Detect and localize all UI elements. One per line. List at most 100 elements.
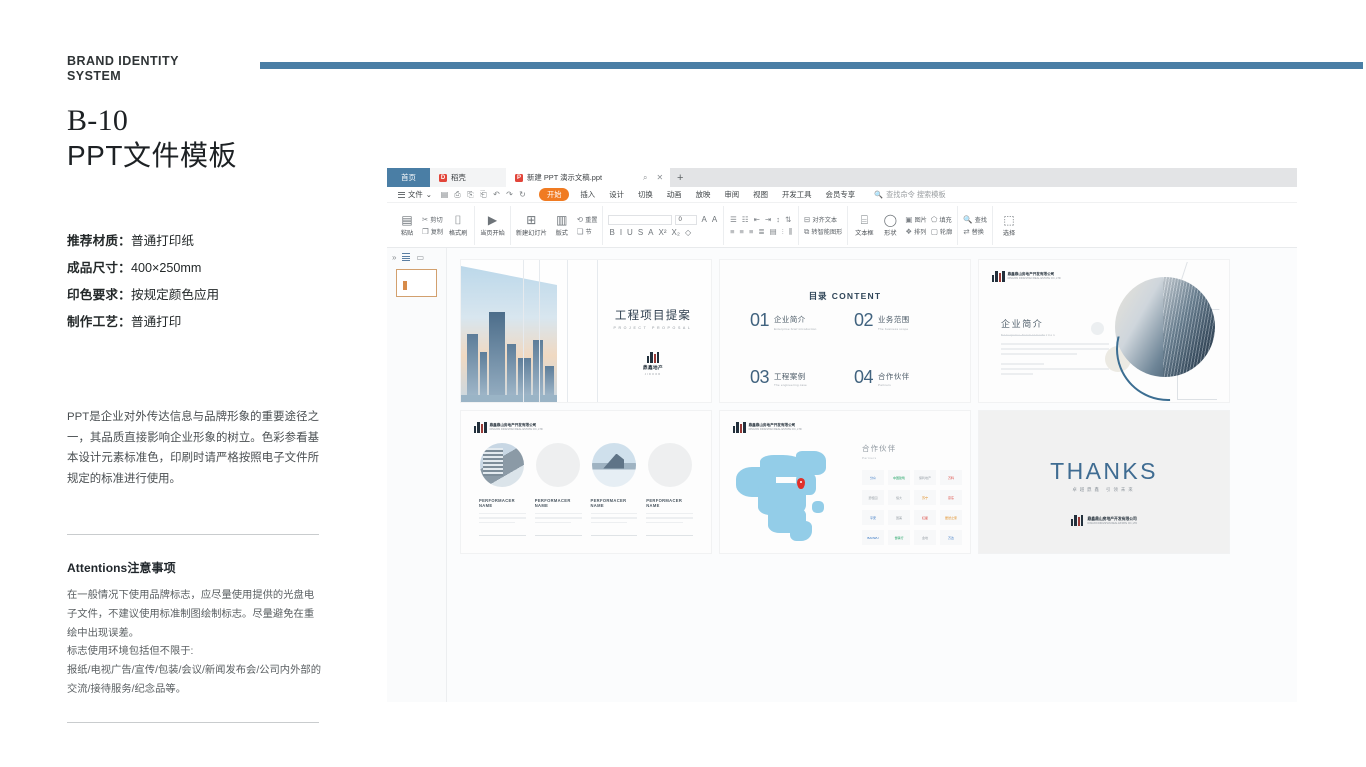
- textbox-button[interactable]: ⌸ 文本框: [853, 206, 875, 245]
- menu-developer-tools[interactable]: 开发工具: [775, 189, 819, 200]
- print-icon[interactable]: ⎙: [451, 190, 464, 200]
- clear-formatting-button[interactable]: ◇: [684, 228, 692, 237]
- spec-row: 印色要求：按规定颜色应用: [67, 282, 323, 309]
- thanks-logo-cn: 鼎鑫鼎山房地产开发有限公司: [1087, 516, 1137, 521]
- menu-member-exclusive[interactable]: 会员专享: [819, 189, 863, 200]
- partners-block: 合作伙伴 Partners 分众 中国建筑 保利地产 万科 碧桂园 恒大 苏宁 …: [862, 443, 962, 545]
- slide-partners[interactable]: 鼎鑫鼎山房地产开发有限公司 DINGXIN DINGSHAN REAL ESTA…: [720, 411, 970, 553]
- find-button[interactable]: 🔍 查找: [963, 215, 987, 224]
- menu-review[interactable]: 审阅: [717, 189, 746, 200]
- pin-icon[interactable]: ⌕: [643, 173, 647, 183]
- menu-view[interactable]: 视图: [746, 189, 775, 200]
- align-right-icon[interactable]: ≡: [748, 227, 754, 236]
- performer-card[interactable]: PERFORMACER NAME: [479, 443, 526, 537]
- fill-button[interactable]: ⬠ 填充: [931, 215, 952, 224]
- slide-company-intro[interactable]: 鼎鑫鼎山房地产开发有限公司 DINGXIN DINGSHAN REAL ESTA…: [979, 260, 1229, 402]
- save-icon[interactable]: ▤: [438, 190, 451, 199]
- line-spacing-icon[interactable]: ↕: [775, 215, 781, 224]
- menu-animation[interactable]: 动画: [660, 189, 689, 200]
- ribbon-group-editing: 🔍 查找 ⇄ 替换: [958, 206, 993, 245]
- from-current-slide-button[interactable]: ▶ 当页开始: [480, 206, 505, 245]
- tab-docer[interactable]: D 稻壳: [430, 168, 506, 187]
- tab-home[interactable]: 首页: [387, 168, 430, 187]
- copy-button[interactable]: ❐ 复制: [422, 227, 443, 236]
- toc-item[interactable]: 04 合作伙伴 Partners: [854, 368, 940, 388]
- bold-button[interactable]: B: [608, 228, 615, 237]
- slide-cover[interactable]: 工程项目提案 PROJECT PROPOSAL 鼎鑫地产 JIDOOR: [461, 260, 711, 402]
- decrease-indent-icon[interactable]: ⇤: [753, 215, 761, 224]
- layout-button[interactable]: ▥ 版式: [551, 206, 573, 245]
- corner-logo-cn: 鼎鑫鼎山房地产开发有限公司: [489, 423, 537, 428]
- new-tab-button[interactable]: +: [670, 168, 691, 187]
- menu-start[interactable]: 开始: [539, 188, 570, 201]
- undo-icon[interactable]: ↶: [490, 190, 503, 199]
- font-color-button[interactable]: A: [647, 228, 654, 237]
- menu-design[interactable]: 设计: [602, 189, 631, 200]
- tab-document[interactable]: P 新建 PPT 演示文稿.ppt: [506, 168, 636, 187]
- shape-button[interactable]: ◯ 形状: [879, 206, 901, 245]
- paste-button[interactable]: ▤ 粘贴: [396, 206, 418, 245]
- increase-indent-icon[interactable]: ⇥: [764, 215, 772, 224]
- slide-thumbnail-1[interactable]: [396, 269, 437, 298]
- toc-item[interactable]: 03 工程案例 The engineering case: [750, 368, 836, 388]
- performer-card[interactable]: PERFORMACER NAME: [590, 443, 638, 537]
- arrange-button[interactable]: ❖ 排列: [905, 227, 926, 236]
- partner-logo: 京东: [940, 490, 962, 505]
- menu-slideshow[interactable]: 放映: [689, 189, 718, 200]
- sort-icon[interactable]: ⇅: [784, 215, 792, 224]
- text-direction-icon[interactable]: ⫼: [788, 227, 793, 237]
- slide-performers[interactable]: 鼎鑫鼎山房地产开发有限公司 DINGXIN DINGSHAN REAL ESTA…: [461, 411, 711, 553]
- convert-to-smartart-button[interactable]: ⧉ 转智能图形: [804, 227, 842, 237]
- performer-card[interactable]: PERFORMACER NAME: [534, 443, 582, 537]
- performer-card[interactable]: PERFORMACER NAME: [646, 443, 693, 537]
- subscript-button[interactable]: X₂: [671, 228, 681, 237]
- attentions-title: Attentions注意事项: [67, 561, 176, 576]
- slide-table-of-contents[interactable]: 目录 CONTENT 01 企业简介 Enterprise brief intr…: [720, 260, 970, 402]
- cut-button[interactable]: ✂ 剪切: [422, 215, 443, 224]
- select-button[interactable]: ⬚ 选择: [998, 206, 1020, 245]
- columns-icon[interactable]: ⫶: [781, 227, 785, 237]
- new-slide-button[interactable]: ⊞ 新建幻灯片: [516, 206, 547, 245]
- align-left-icon[interactable]: ≡: [729, 227, 735, 236]
- collapse-panel-icon[interactable]: »: [392, 253, 396, 262]
- distribute-icon[interactable]: ▤: [769, 227, 778, 236]
- outline-button[interactable]: ▢ 轮廓: [931, 227, 952, 236]
- export-pdf-icon[interactable]: ⎗: [477, 190, 490, 200]
- replace-button[interactable]: ⇄ 替换: [963, 227, 987, 236]
- slide-view-icon[interactable]: ▭: [416, 253, 424, 262]
- font-size-input[interactable]: 0: [675, 214, 698, 225]
- menu-transition[interactable]: 切换: [631, 189, 660, 200]
- repeat-icon[interactable]: ↻: [516, 190, 529, 199]
- picture-button[interactable]: ▣ 图片: [905, 215, 926, 224]
- performer-name: PERFORMACER NAME: [479, 498, 515, 508]
- superscript-button[interactable]: X²: [658, 228, 668, 237]
- menu-insert[interactable]: 插入: [573, 189, 602, 200]
- close-icon[interactable]: ✕: [656, 173, 663, 182]
- font-name-input[interactable]: [608, 214, 673, 225]
- search-command-box[interactable]: 🔍 查找命令 搜索模板: [874, 190, 945, 200]
- docer-icon: D: [439, 173, 447, 182]
- section-button[interactable]: ❏ 节: [577, 227, 598, 236]
- align-text-button[interactable]: ⊟ 对齐文本: [804, 215, 842, 224]
- bullet-list-icon[interactable]: ☰: [729, 215, 738, 224]
- numbered-list-icon[interactable]: ☷: [741, 215, 750, 224]
- italic-button[interactable]: I: [619, 228, 623, 237]
- toc-item[interactable]: 01 企业简介 Enterprise brief introduction: [750, 311, 836, 331]
- redo-icon[interactable]: ↷: [503, 190, 516, 199]
- slide-thumbnail-panel[interactable]: » ▭: [387, 248, 447, 702]
- align-center-icon[interactable]: ≡: [739, 227, 745, 236]
- toc-item[interactable]: 02 业务范围 The business scope: [854, 311, 940, 331]
- format-painter-button[interactable]: ⌷ 格式刷: [447, 206, 469, 245]
- corner-logo-cn: 鼎鑫鼎山房地产开发有限公司: [1007, 272, 1055, 277]
- shrink-font-button[interactable]: A: [711, 215, 718, 224]
- print-preview-icon[interactable]: ⎘: [464, 190, 477, 200]
- slide-thanks[interactable]: THANKS 卓越鼎鑫 引领未来 鼎鑫鼎山房地产开发有限公司 DINGXIN D…: [979, 411, 1229, 553]
- reset-button[interactable]: ⟲ 重置: [577, 215, 598, 224]
- page-title: PPT文件模板: [67, 140, 237, 171]
- justify-icon[interactable]: ≣: [757, 227, 765, 236]
- menu-file[interactable]: 文件 ⌄: [392, 189, 438, 200]
- strikethrough-button[interactable]: S: [637, 228, 644, 237]
- underline-button[interactable]: U: [626, 228, 634, 237]
- outline-view-icon[interactable]: [402, 252, 411, 262]
- grow-font-button[interactable]: A: [700, 215, 707, 224]
